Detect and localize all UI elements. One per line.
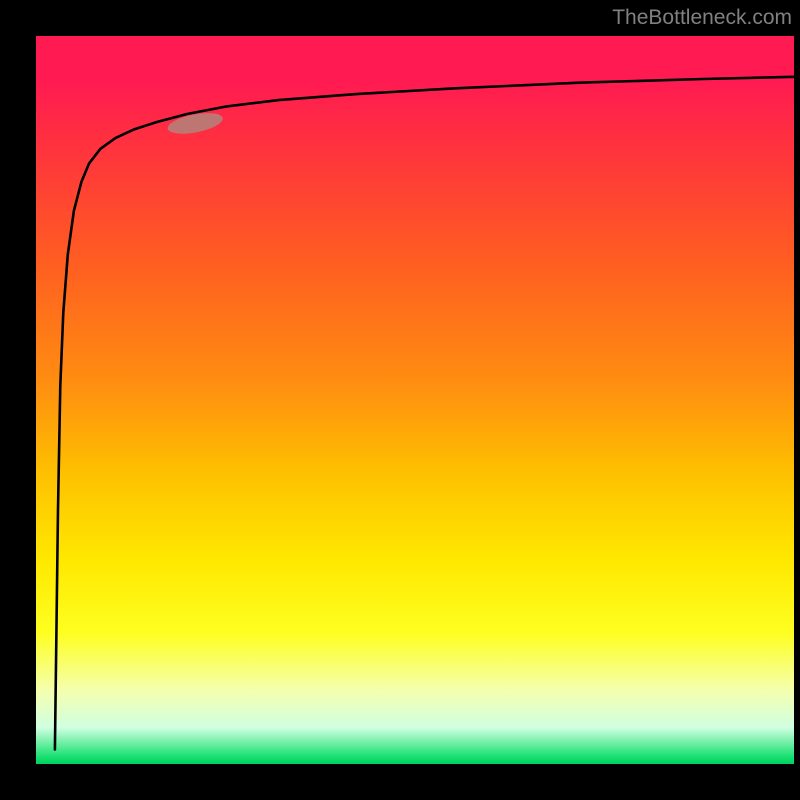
bottleneck-curve bbox=[55, 77, 794, 750]
plot-area bbox=[36, 36, 794, 764]
watermark-label: TheBottleneck.com bbox=[612, 6, 792, 30]
curve-svg bbox=[36, 36, 794, 764]
chart-frame: TheBottleneck.com bbox=[0, 0, 800, 800]
